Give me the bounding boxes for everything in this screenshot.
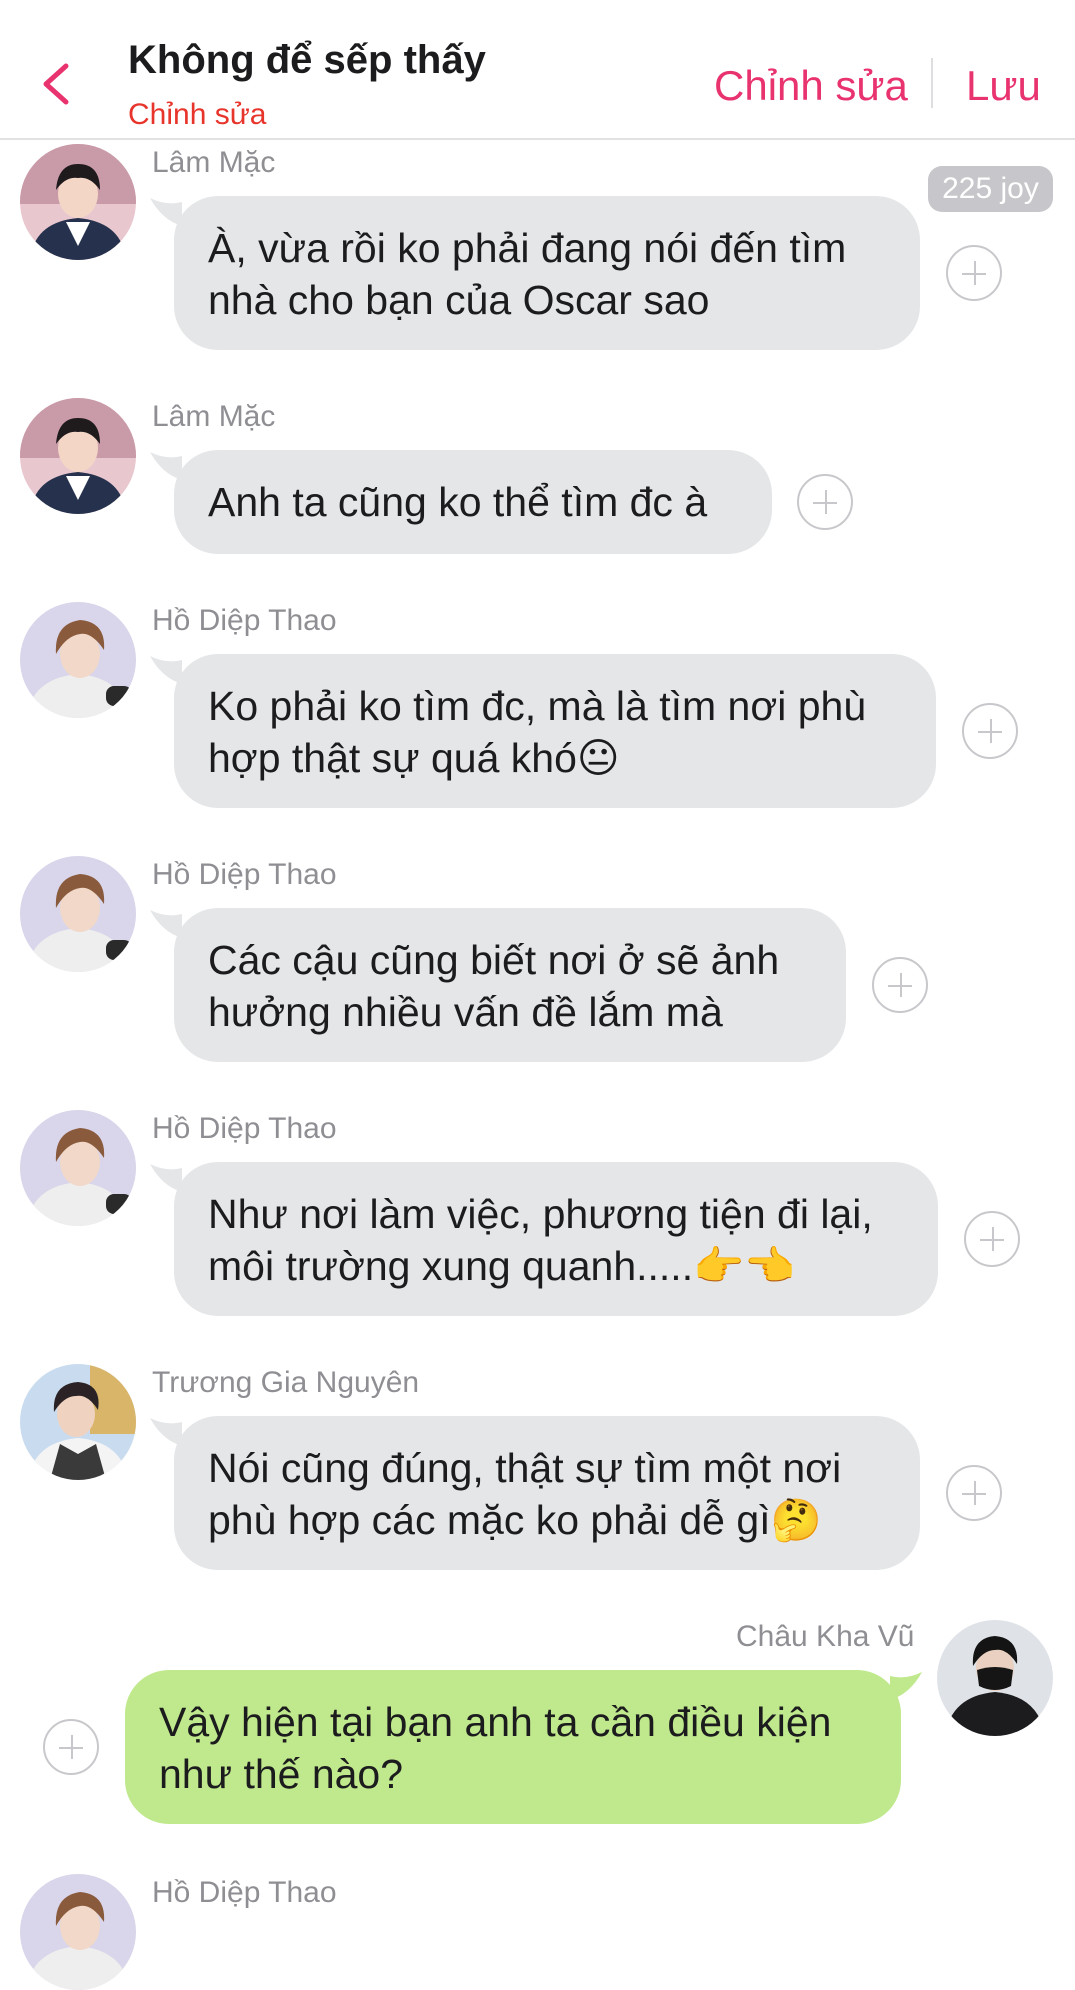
sender-name: Hồ Diệp Thao (152, 604, 337, 637)
message-bubble[interactable]: Ko phải ko tìm đc, mà là tìm nơi phù hợp… (174, 654, 936, 808)
save-button[interactable]: Lưu (966, 62, 1041, 110)
avatar[interactable] (20, 602, 136, 718)
add-circle-icon[interactable] (872, 957, 928, 1013)
avatar[interactable] (20, 1874, 136, 1990)
avatar[interactable] (20, 144, 136, 260)
message-bubble[interactable]: Nói cũng đúng, thật sự tìm một nơi phù h… (174, 1416, 920, 1570)
avatar[interactable] (20, 398, 136, 514)
chevron-left-icon (43, 63, 69, 105)
sender-name: Lâm Mặc (152, 400, 276, 433)
chat-title: Không để sếp thấy (128, 38, 486, 82)
add-circle-icon[interactable] (43, 1719, 99, 1775)
back-button[interactable] (38, 62, 78, 106)
avatar[interactable] (937, 1620, 1053, 1736)
avatar[interactable] (20, 1364, 136, 1480)
add-circle-icon[interactable] (964, 1211, 1020, 1267)
message-bubble[interactable]: Anh ta cũng ko thể tìm đc à (174, 450, 772, 554)
avatar[interactable] (20, 856, 136, 972)
add-circle-icon[interactable] (962, 703, 1018, 759)
sender-name: Hồ Diệp Thao (152, 1112, 337, 1145)
header-divider (931, 58, 933, 108)
sender-name: Châu Kha Vũ (736, 1620, 915, 1653)
message-bubble[interactable]: À, vừa rồi ko phải đang nói đến tìm nhà … (174, 196, 920, 350)
message-bubble[interactable]: Vậy hiện tại bạn anh ta cần điều kiện nh… (125, 1670, 901, 1824)
message-bubble[interactable]: Như nơi làm việc, phương tiện đi lại, mô… (174, 1162, 938, 1316)
sender-name: Hồ Diệp Thao (152, 858, 337, 891)
chat-header: Không để sếp thấy Chỉnh sửa Chỉnh sửa Lư… (0, 0, 1075, 140)
sender-name: Hồ Diệp Thao (152, 1876, 337, 1909)
sender-name: Lâm Mặc (152, 146, 276, 179)
add-circle-icon[interactable] (797, 474, 853, 530)
add-circle-icon[interactable] (946, 1465, 1002, 1521)
edit-button[interactable]: Chỉnh sửa (714, 62, 908, 110)
sender-name: Trương Gia Nguyên (152, 1366, 420, 1399)
avatar[interactable] (20, 1110, 136, 1226)
chat-subtitle: Chỉnh sửa (128, 98, 267, 131)
joy-count-badge: 225 joy (928, 166, 1053, 212)
message-bubble[interactable]: Các cậu cũng biết nơi ở sẽ ảnh hưởng nhi… (174, 908, 846, 1062)
add-circle-icon[interactable] (946, 245, 1002, 301)
